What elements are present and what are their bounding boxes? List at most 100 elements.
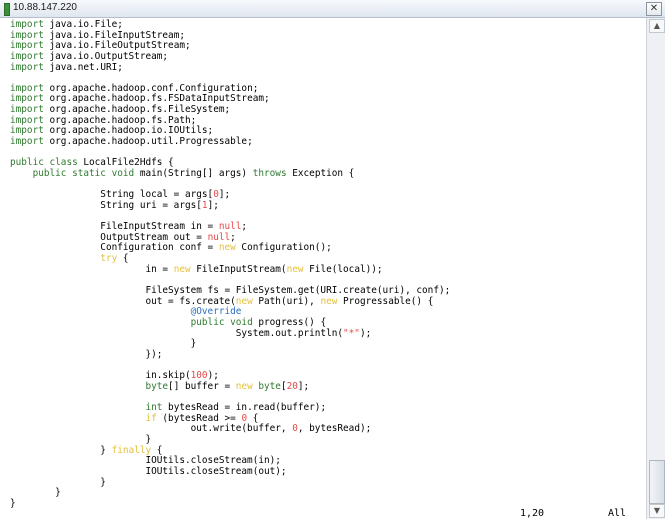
code-token: int <box>145 402 163 414</box>
code-token: public class <box>10 157 78 169</box>
code-token: org.apache.hadoop.fs.FSDataInputStream; <box>43 93 270 105</box>
code-token: org.apache.hadoop.conf.Configuration; <box>43 82 259 94</box>
code-token: import <box>10 114 44 126</box>
code-line: }); <box>10 348 450 361</box>
code-token: java.io.File; <box>43 19 123 30</box>
code-token: new <box>286 263 304 275</box>
code-token: Exception { <box>286 167 355 179</box>
code-token: try <box>100 253 118 265</box>
code-line: } <box>10 477 450 489</box>
code-token: ); <box>207 370 219 382</box>
code-token: 20 <box>286 380 298 392</box>
code-token: LocalFile2Hdfs { <box>77 157 174 169</box>
code-token: byte <box>145 380 169 392</box>
code-token: } <box>10 487 61 499</box>
code-token: IOUtils.closeStream(out); <box>10 465 287 477</box>
vertical-scrollbar[interactable]: ▲ ▼ <box>646 18 665 519</box>
scrollbar-thumb[interactable] <box>649 460 665 504</box>
scroll-up-button[interactable]: ▲ <box>649 19 665 33</box>
code-line: import org.apache.hadoop.util.Progressab… <box>10 136 450 148</box>
code-token: import <box>10 40 44 52</box>
code-token: import <box>10 50 44 62</box>
code-line: } <box>10 497 450 510</box>
code-token: org.apache.hadoop.io.IOUtils; <box>43 125 214 137</box>
code-token: File(local)); <box>303 263 383 275</box>
code-token: IOUtils.closeStream(in); <box>10 455 281 467</box>
code-token: } <box>10 433 152 445</box>
window-titlebar: 10.88.147.220 ✕ <box>0 0 665 18</box>
code-token: "*" <box>343 327 360 339</box>
window-title: 10.88.147.220 <box>13 2 77 13</box>
code-token: } <box>10 497 16 509</box>
code-token: new <box>173 263 191 275</box>
code-token: import <box>10 29 44 41</box>
code-token: FileInputStream( <box>190 263 287 275</box>
code-token: null <box>218 221 242 233</box>
code-token: String local = args[ <box>10 189 214 201</box>
scroll-down-button[interactable]: ▼ <box>649 504 665 518</box>
code-token: ]; <box>218 189 231 201</box>
code-token: } <box>10 338 197 350</box>
code-token: { <box>117 253 129 265</box>
code-token: in.skip( <box>10 370 191 382</box>
cursor-position: 1,20 <box>520 508 545 519</box>
terminal-icon <box>4 3 10 16</box>
code-token: main(String[] args) <box>134 167 253 179</box>
code-token: } <box>10 444 112 456</box>
code-token: out.write(buffer, <box>10 423 293 435</box>
close-button[interactable]: ✕ <box>646 2 662 16</box>
code-token: public void <box>190 316 253 328</box>
code-token: bytesRead = in.read(buffer); <box>162 402 327 414</box>
code-token: { <box>247 412 259 424</box>
code-token: 100 <box>190 370 208 382</box>
code-token: null <box>207 231 231 243</box>
code-token: import <box>10 125 44 137</box>
code-token: java.net.URI; <box>43 61 123 73</box>
code-token: byte <box>258 380 281 392</box>
code-line: import java.net.URI; <box>10 61 450 74</box>
code-token: java.io.FileOutputStream; <box>43 40 191 52</box>
code-token: [] buffer = <box>168 380 236 392</box>
code-token: Configuration(); <box>235 242 332 254</box>
code-token: new <box>320 295 338 307</box>
code-token: java.io.OutputStream; <box>43 50 169 62</box>
code-token: progress() { <box>252 316 327 328</box>
code-token: , bytesRead); <box>297 423 372 435</box>
code-token: ; <box>241 221 248 233</box>
scroll-position: All <box>608 508 627 519</box>
code-token: throws <box>252 167 287 179</box>
code-token: Progressable() { <box>337 295 434 307</box>
code-token: in = <box>10 263 174 275</box>
code-line: String uri = args[1]; <box>10 199 450 212</box>
code-token: ]; <box>207 199 219 211</box>
code-token: @Override <box>190 306 242 318</box>
code-token: Path(uri), <box>252 295 321 307</box>
code-token: import <box>10 93 44 105</box>
code-token: String uri = args[ <box>10 199 202 211</box>
code-token: ; <box>230 231 236 243</box>
code-token: ]; <box>297 380 310 392</box>
code-token: import <box>10 61 44 73</box>
code-line: in = new FileInputStream(new File(local)… <box>10 263 450 276</box>
code-token: public static void <box>32 167 135 179</box>
code-token: new <box>235 380 253 392</box>
code-token: }); <box>10 348 163 360</box>
code-line: byte[] buffer = new byte[20]; <box>10 380 450 393</box>
code-token: import <box>10 136 44 148</box>
code-token: import <box>10 19 44 30</box>
code-editor[interactable]: import java.io.File; import java.io.FileI… <box>0 18 646 519</box>
code-token: FileSystem fs = FileSystem.get(URI.creat… <box>10 285 451 297</box>
code-token: import <box>10 104 44 116</box>
code-token: System.out.println( <box>10 327 344 339</box>
code-token: (bytesRead >= <box>156 412 242 424</box>
code-line: } <box>10 487 450 499</box>
code-token: org.apache.hadoop.util.Progressable; <box>43 136 253 148</box>
code-line: public static void main(String[] args) t… <box>10 167 450 180</box>
code-token: new <box>218 242 236 254</box>
code-text: import java.io.File; import java.io.FileI… <box>10 19 451 510</box>
code-token: org.apache.hadoop.fs.FileSystem; <box>43 104 231 116</box>
